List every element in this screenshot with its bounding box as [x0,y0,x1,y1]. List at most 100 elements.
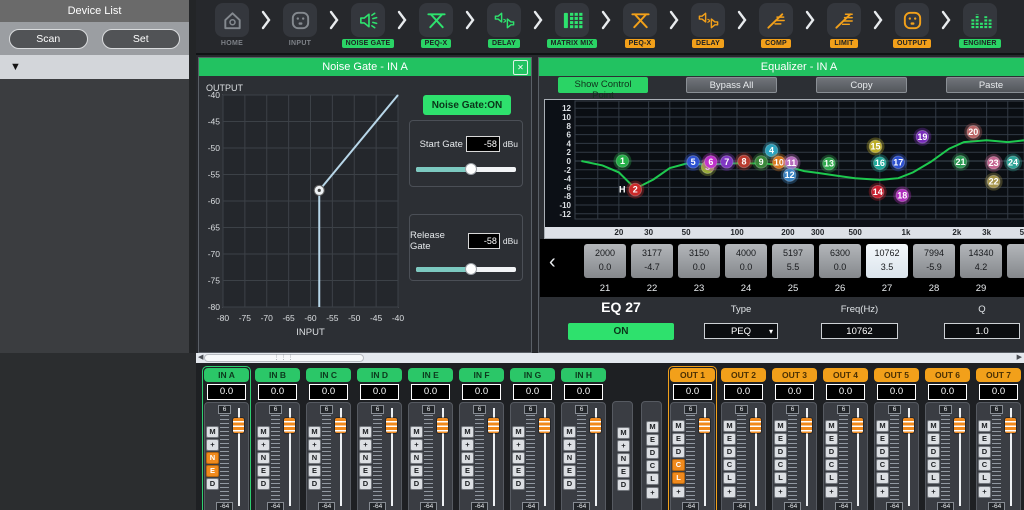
channel-header-in-e[interactable]: IN E [408,368,453,382]
freq-field[interactable]: 10762 [821,323,898,339]
strip-button-+[interactable]: + [563,439,576,451]
channel-header-out-5[interactable]: OUT 5 [874,368,919,382]
release-gate-slider-thumb[interactable] [465,263,477,275]
strip-button-N[interactable]: N [410,452,423,464]
strip-button-C[interactable]: C [927,459,940,471]
start-gate-slider-thumb[interactable] [465,163,477,175]
fader-handle[interactable] [954,418,965,433]
fader-handle[interactable] [386,418,397,433]
channel-gain-value[interactable]: 0.0 [513,384,552,400]
strip-button-L[interactable]: L [774,472,787,484]
set-button[interactable]: Set [102,29,181,49]
strip-button-N[interactable]: N [563,452,576,464]
toolbar-item-delay-input[interactable]: DELAY [476,3,532,48]
strip-button-+[interactable]: + [617,440,630,452]
channel-gain-value[interactable]: 0.0 [775,384,814,400]
strip-button-+[interactable]: + [359,439,372,451]
strip-button-D[interactable]: D [774,446,787,458]
strip-button-+[interactable]: + [206,439,219,451]
strip-button-D[interactable]: D [461,478,474,490]
strip-button-+[interactable]: + [672,486,685,498]
band-cell[interactable]: 3177-4.7 [631,244,673,278]
strip-button-M[interactable]: M [410,426,423,438]
strip-button-L[interactable]: L [876,472,889,484]
channel-header-in-d[interactable]: IN D [357,368,402,382]
channel-header-in-c[interactable]: IN C [306,368,351,382]
strip-button-E[interactable]: E [927,433,940,445]
release-gate-value[interactable]: -58 [468,233,500,249]
strip-button-D[interactable]: D [410,478,423,490]
strip-button-C[interactable]: C [978,459,991,471]
paste-button[interactable]: Paste [946,77,1024,93]
strip-button-M[interactable]: M [825,420,838,432]
strip-button-M[interactable]: M [563,426,576,438]
scroll-right-arrow-icon[interactable]: ▶ [1017,353,1022,363]
strip-button-+[interactable]: + [410,439,423,451]
channel-gain-value[interactable]: 0.0 [309,384,348,400]
channel-gain-value[interactable]: 0.0 [928,384,967,400]
strip-button-D[interactable]: D [206,478,219,490]
show-control-point-button[interactable]: Show Control Point [558,77,648,93]
strip-button-C[interactable]: C [672,459,685,471]
strip-button-+[interactable]: + [774,486,787,498]
strip-button-C[interactable]: C [723,459,736,471]
strip-button-D[interactable]: D [308,478,321,490]
eq-band-on-button[interactable]: ON [568,323,674,340]
scan-button[interactable]: Scan [9,29,88,49]
toolbar-item-output[interactable]: OUTPUT [884,3,940,48]
eq-response-chart[interactable]: 1H23456789101112131415161718192021222324… [544,99,1024,239]
channel-gain-value[interactable]: 0.0 [207,384,246,400]
toolbar-item-input[interactable]: INPUT [272,3,328,47]
band-cell[interactable]: 40000.0 [725,244,767,278]
strip-button-D[interactable]: D [512,478,525,490]
strip-button-E[interactable]: E [723,433,736,445]
toolbar-item-enginer[interactable]: ENGINER [952,3,1008,48]
release-gate-slider[interactable] [416,267,516,272]
channel-gain-value[interactable]: 0.0 [462,384,501,400]
strip-button-C[interactable]: C [646,460,659,472]
fader-handle[interactable] [801,418,812,433]
device-dropdown[interactable]: ▼ [0,55,189,79]
type-select[interactable]: PEQ ▾ [704,323,778,339]
band-cell[interactable]: 51975.5 [772,244,814,278]
strip-button-+[interactable]: + [927,486,940,498]
scroll-left-arrow-icon[interactable]: ◀ [198,353,203,363]
copy-button[interactable]: Copy [816,77,907,93]
strip-button-M[interactable]: M [308,426,321,438]
strip-button-M[interactable]: M [617,427,630,439]
strip-button-M[interactable]: M [876,420,889,432]
band-cell[interactable]: 107623.5 [866,244,908,278]
strip-button-M[interactable]: M [978,420,991,432]
strip-button-D[interactable]: D [723,446,736,458]
strip-button-D[interactable]: D [617,479,630,491]
channel-header-out-7[interactable]: OUT 7 [976,368,1021,382]
strip-button-N[interactable]: N [461,452,474,464]
strip-button-M[interactable]: M [672,420,685,432]
strip-button-+[interactable]: + [512,439,525,451]
channel-gain-value[interactable]: 0.0 [564,384,603,400]
strip-button-M[interactable]: M [927,420,940,432]
strip-button-M[interactable]: M [257,426,270,438]
toolbar-item-peq-x-output[interactable]: PEQ-X [612,3,668,48]
strip-button-+[interactable]: + [876,486,889,498]
strip-button-N[interactable]: N [257,452,270,464]
strip-button-+[interactable]: + [723,486,736,498]
toolbar-item-delay-output[interactable]: DELAY [680,3,736,48]
channel-gain-value[interactable]: 0.0 [826,384,865,400]
strip-button-D[interactable]: D [359,478,372,490]
band-cell[interactable]: 7994-5.9 [913,244,955,278]
strip-button-E[interactable]: E [512,465,525,477]
strip-button-E[interactable]: E [876,433,889,445]
strip-button-L[interactable]: L [825,472,838,484]
strip-button-E[interactable]: E [672,433,685,445]
strip-button-C[interactable]: C [825,459,838,471]
band-cell[interactable]: 143404.2 [960,244,1002,278]
strip-button-M[interactable]: M [646,421,659,433]
strip-button-E[interactable]: E [825,433,838,445]
band-cell[interactable]: 20000.0 [584,244,626,278]
channel-header-out-3[interactable]: OUT 3 [772,368,817,382]
noise-gate-on-button[interactable]: Noise Gate:ON [423,95,511,115]
strip-button-L[interactable]: L [927,472,940,484]
channel-header-in-h[interactable]: IN H [561,368,606,382]
strip-button-D[interactable]: D [646,447,659,459]
